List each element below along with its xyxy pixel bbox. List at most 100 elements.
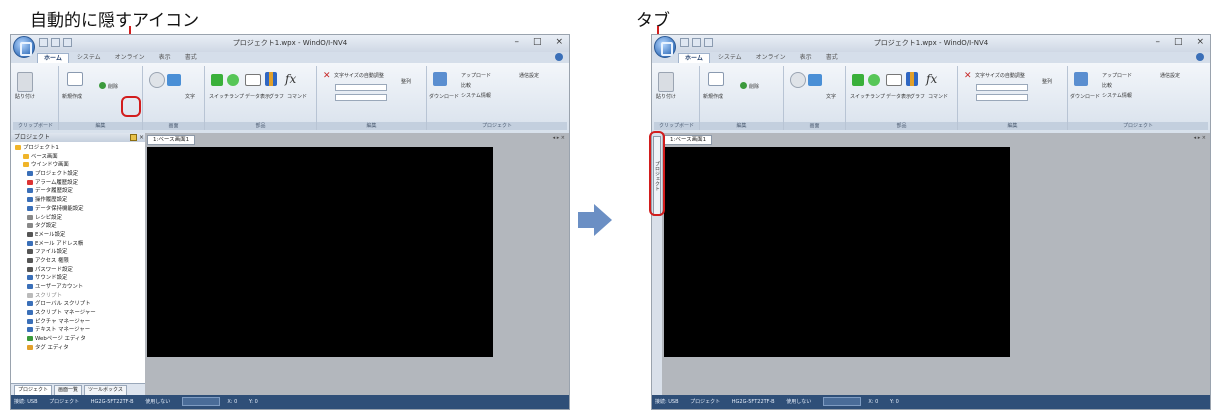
- group-label: プロジェクト: [427, 122, 567, 130]
- group-label: クリップボード: [13, 122, 58, 130]
- download-icon[interactable]: [1074, 72, 1088, 86]
- document-tab[interactable]: 1:ベース画面1: [664, 135, 713, 145]
- download-icon[interactable]: [433, 72, 447, 86]
- tree-item[interactable]: アラーム履歴設定: [15, 179, 143, 188]
- ribbon-group-project: ダウンロード アップロード 比較 システム情報 通信設定 プロジェクト: [427, 66, 567, 130]
- graph-icon[interactable]: [906, 72, 918, 86]
- paste-icon[interactable]: [658, 72, 674, 92]
- tree-item[interactable]: レシピ設定: [15, 214, 143, 223]
- width-field[interactable]: [976, 84, 1028, 91]
- font-size-icon[interactable]: ✕: [323, 72, 331, 81]
- tree-item[interactable]: ベース画面: [15, 153, 143, 162]
- tab-format[interactable]: 書式: [820, 53, 844, 62]
- tree-item[interactable]: Eメール アドレス帳: [15, 240, 143, 249]
- application-button[interactable]: [654, 36, 676, 58]
- data-display-icon[interactable]: [886, 74, 902, 86]
- tab-online[interactable]: オンライン: [109, 53, 151, 62]
- status-connection: 接続: USB: [655, 399, 679, 405]
- switch-icon[interactable]: [211, 74, 223, 86]
- lamp-icon[interactable]: [227, 74, 239, 86]
- tree-item[interactable]: テキスト マネージャー: [15, 326, 143, 335]
- tree-item[interactable]: ウインドウ画面: [15, 161, 143, 170]
- screen-icon[interactable]: [790, 72, 806, 88]
- tree-item[interactable]: ユーザーアカウント: [15, 283, 143, 292]
- document-tab-controls[interactable]: ◂ ▸ ×: [1194, 135, 1206, 141]
- tab-online[interactable]: オンライン: [750, 53, 792, 62]
- status-setting: 使用しない: [145, 399, 171, 405]
- tab-home[interactable]: ホーム: [37, 53, 69, 63]
- ribbon-group-screen: 文字 画面: [143, 66, 205, 130]
- data-display-icon[interactable]: [245, 74, 261, 86]
- status-field: [181, 397, 220, 406]
- tree-item[interactable]: サウンド設定: [15, 274, 143, 283]
- height-field[interactable]: [976, 94, 1028, 101]
- ribbon-group-parts: fx スイッチ ランプ データ表示 グラフ コマンド 部品: [205, 66, 317, 130]
- tree-item[interactable]: タグ エディタ: [15, 344, 143, 353]
- height-field[interactable]: [335, 94, 387, 101]
- tree-item[interactable]: ファイル設定: [15, 248, 143, 257]
- tree-item[interactable]: 操作履歴設定: [15, 196, 143, 205]
- help-icon[interactable]: [1196, 53, 1204, 61]
- tab-view[interactable]: 表示: [153, 53, 177, 62]
- status-model: HG2G-5FT22TF-B: [731, 399, 775, 405]
- width-field[interactable]: [335, 84, 387, 91]
- screen-list-icon[interactable]: [808, 74, 822, 86]
- help-icon[interactable]: [555, 53, 563, 61]
- screen-canvas[interactable]: [147, 147, 493, 357]
- tab-system[interactable]: システム: [71, 53, 107, 62]
- tree-item[interactable]: Eメール設定: [15, 231, 143, 240]
- data-display-label: データ表示: [886, 94, 912, 100]
- switch-icon[interactable]: [852, 74, 864, 86]
- graph-icon[interactable]: [265, 72, 277, 86]
- lamp-icon[interactable]: [868, 74, 880, 86]
- open-icon[interactable]: [740, 82, 747, 89]
- ribbon-group-edit2: ✕ 文字サイズの自動調整 整列 編集: [317, 66, 427, 130]
- graph-label: グラフ: [269, 94, 285, 100]
- tree-item[interactable]: パスワード設定: [15, 266, 143, 275]
- tab-system[interactable]: システム: [712, 53, 748, 62]
- screen-list-icon[interactable]: [167, 74, 181, 86]
- close-button[interactable]: ×: [1196, 37, 1204, 47]
- group-label: 編集: [958, 122, 1067, 130]
- document-area: 1:ベース画面1 ◂ ▸ ×: [662, 133, 1210, 395]
- screen-icon[interactable]: [149, 72, 165, 88]
- minimize-button[interactable]: –: [514, 37, 519, 47]
- tab-view[interactable]: 表示: [794, 53, 818, 62]
- tree-item[interactable]: Webページ エディタ: [15, 335, 143, 344]
- tree-item[interactable]: プロジェクト設定: [15, 170, 143, 179]
- pin-icon[interactable]: [130, 134, 137, 141]
- tree-item[interactable]: スクリプト: [15, 292, 143, 301]
- tree-item[interactable]: ピクチャ マネージャー: [15, 318, 143, 327]
- tab-home[interactable]: ホーム: [678, 53, 710, 63]
- tab-format[interactable]: 書式: [179, 53, 203, 62]
- minimize-button[interactable]: –: [1155, 37, 1160, 47]
- paste-icon[interactable]: [17, 72, 33, 92]
- maximize-button[interactable]: □: [1174, 37, 1183, 47]
- text-label: 文字: [185, 94, 196, 100]
- tree-item[interactable]: データ保持機能設定: [15, 205, 143, 214]
- status-x: X: 0: [868, 399, 879, 405]
- maximize-button[interactable]: □: [533, 37, 542, 47]
- font-size-icon[interactable]: ✕: [964, 72, 972, 81]
- new-screen-icon[interactable]: [708, 72, 724, 86]
- document-tab[interactable]: 1:ベース画面1: [147, 135, 196, 145]
- transition-arrow: [594, 204, 612, 236]
- tree-item[interactable]: スクリプト マネージャー: [15, 309, 143, 318]
- panel-close-icon[interactable]: ×: [139, 133, 144, 142]
- application-button[interactable]: [13, 36, 35, 58]
- document-tab-controls[interactable]: ◂ ▸ ×: [553, 135, 565, 141]
- command-icon[interactable]: fx: [285, 72, 296, 86]
- ribbon: 貼り付け クリップボード 新規作成 削除 編集 文字 画面 fx スイッチ ラン…: [652, 63, 1210, 134]
- tree-item[interactable]: アクセス 権限: [15, 257, 143, 266]
- screen-canvas[interactable]: [664, 147, 1010, 357]
- status-field: [822, 397, 861, 406]
- tree-item[interactable]: プロジェクト1: [15, 144, 143, 153]
- close-button[interactable]: ×: [555, 37, 563, 47]
- command-icon[interactable]: fx: [926, 72, 937, 86]
- tree-item[interactable]: タグ設定: [15, 222, 143, 231]
- tree-item[interactable]: グローバル スクリプト: [15, 300, 143, 309]
- project-tree: プロジェクト1 ベース画面 ウインドウ画面 プロジェクト設定 アラーム履歴設定 …: [15, 144, 143, 353]
- open-icon[interactable]: [99, 82, 106, 89]
- tree-item[interactable]: データ履歴設定: [15, 187, 143, 196]
- new-screen-icon[interactable]: [67, 72, 83, 86]
